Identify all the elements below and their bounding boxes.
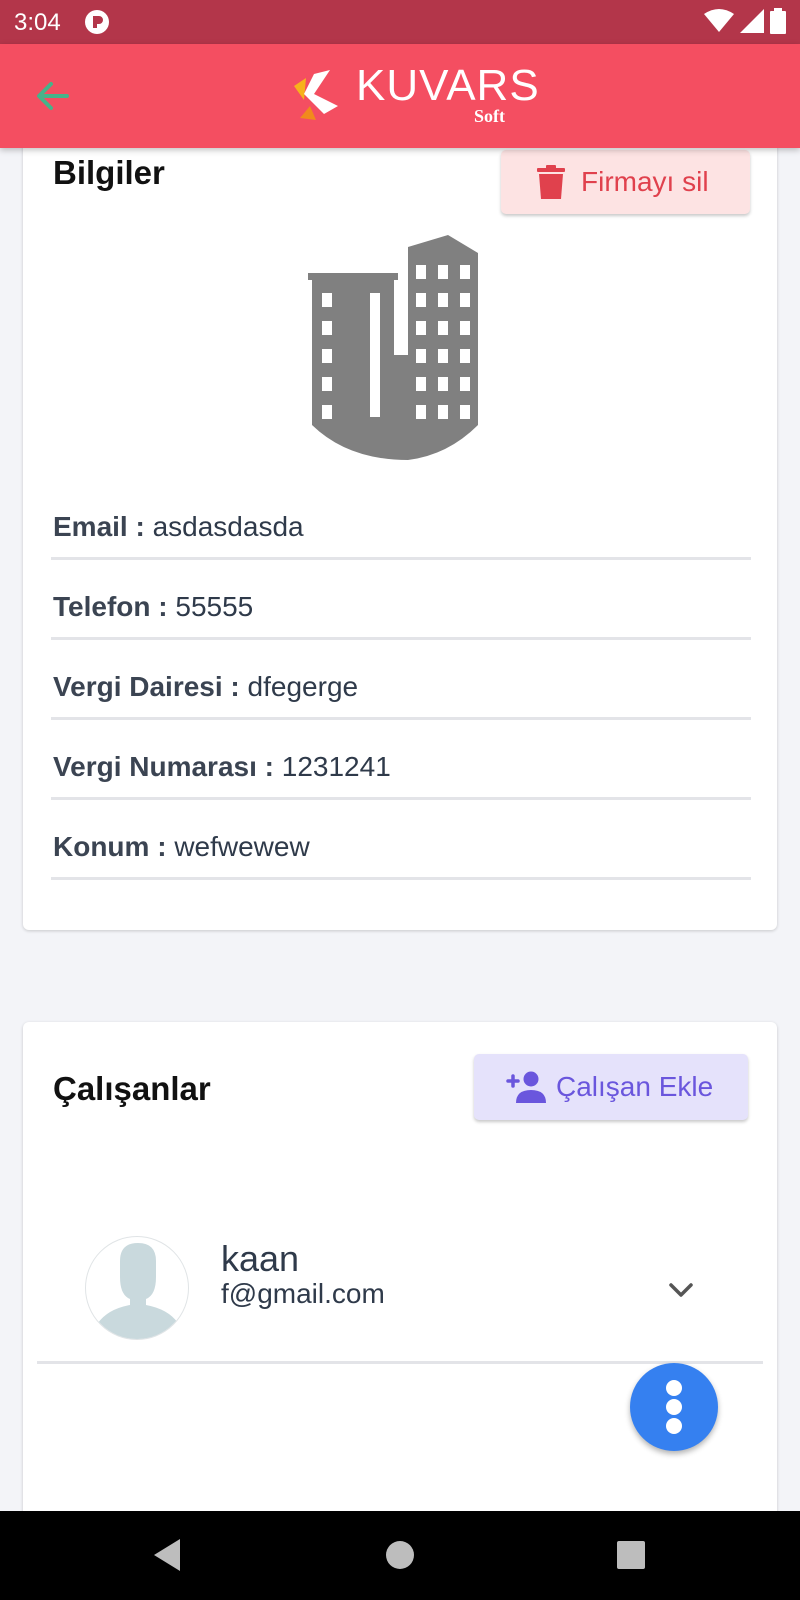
phone-value: 55555 <box>175 591 254 622</box>
building-icon <box>308 235 478 460</box>
logo-subtext: Soft <box>474 106 505 126</box>
company-info-card: Bilgiler Firmayı sil Email : asdasdasda … <box>23 120 777 930</box>
person-add-icon <box>506 1071 546 1103</box>
app-bar: KUVARS Soft <box>0 44 800 148</box>
tax-number-label: Vergi Numarası : <box>53 751 274 782</box>
app-logo: KUVARS Soft <box>290 64 539 130</box>
tax-office-label: Vergi Dairesi : <box>53 671 240 702</box>
logo-mark-icon <box>294 70 338 120</box>
add-employee-button[interactable]: Çalışan Ekle <box>474 1054 748 1120</box>
delete-company-button[interactable]: Firmayı sil <box>501 150 750 214</box>
status-bar: 3:04 <box>0 0 800 44</box>
person-silhouette-icon <box>98 1243 178 1339</box>
phone-field: Telefon : 55555 <box>51 560 751 640</box>
nav-recents-icon[interactable] <box>611 1535 651 1575</box>
arrow-left-icon <box>37 82 69 110</box>
email-value: asdasdasda <box>152 511 304 542</box>
more-options-fab[interactable] <box>630 1363 718 1451</box>
location-value: wefwewew <box>174 831 310 862</box>
tax-office-field: Vergi Dairesi : dfegerge <box>51 640 751 720</box>
logo-text: KUVARS <box>356 61 540 110</box>
app-notification-icon <box>85 10 109 34</box>
email-field: Email : asdasdasda <box>51 480 751 560</box>
status-icons <box>704 8 786 34</box>
battery-icon <box>770 8 786 34</box>
more-vert-dot <box>666 1418 682 1434</box>
employee-email: f@gmail.com <box>221 1278 385 1309</box>
email-label: Email : <box>53 511 145 542</box>
tax-number-value: 1231241 <box>281 751 391 782</box>
wifi-icon <box>704 9 734 32</box>
nav-home-icon[interactable] <box>380 1535 420 1575</box>
employees-section-title: Çalışanlar <box>53 1070 211 1107</box>
phone-label: Telefon : <box>53 591 168 622</box>
location-field: Konum : wefwewew <box>51 800 751 880</box>
tax-number-field: Vergi Numarası : 1231241 <box>51 720 751 800</box>
tax-office-value: dfegerge <box>247 671 359 702</box>
employee-name: kaan <box>221 1238 300 1279</box>
status-time: 3:04 <box>14 9 61 36</box>
signal-icon <box>740 9 764 33</box>
location-label: Konum : <box>53 831 167 862</box>
delete-company-label: Firmayı sil <box>581 166 709 197</box>
chevron-down-icon[interactable] <box>663 1272 699 1308</box>
info-section-title: Bilgiler <box>53 154 165 191</box>
trash-icon <box>537 165 565 199</box>
system-nav-bar <box>0 1511 800 1600</box>
nav-back-icon[interactable] <box>150 1535 190 1575</box>
employee-avatar <box>85 1236 189 1340</box>
employee-list-item[interactable]: kaan f@gmail.com <box>37 1192 763 1364</box>
more-vert-dot <box>666 1399 682 1415</box>
more-vert-icon <box>666 1380 682 1396</box>
add-employee-label: Çalışan Ekle <box>556 1071 714 1102</box>
back-button[interactable] <box>28 72 76 120</box>
